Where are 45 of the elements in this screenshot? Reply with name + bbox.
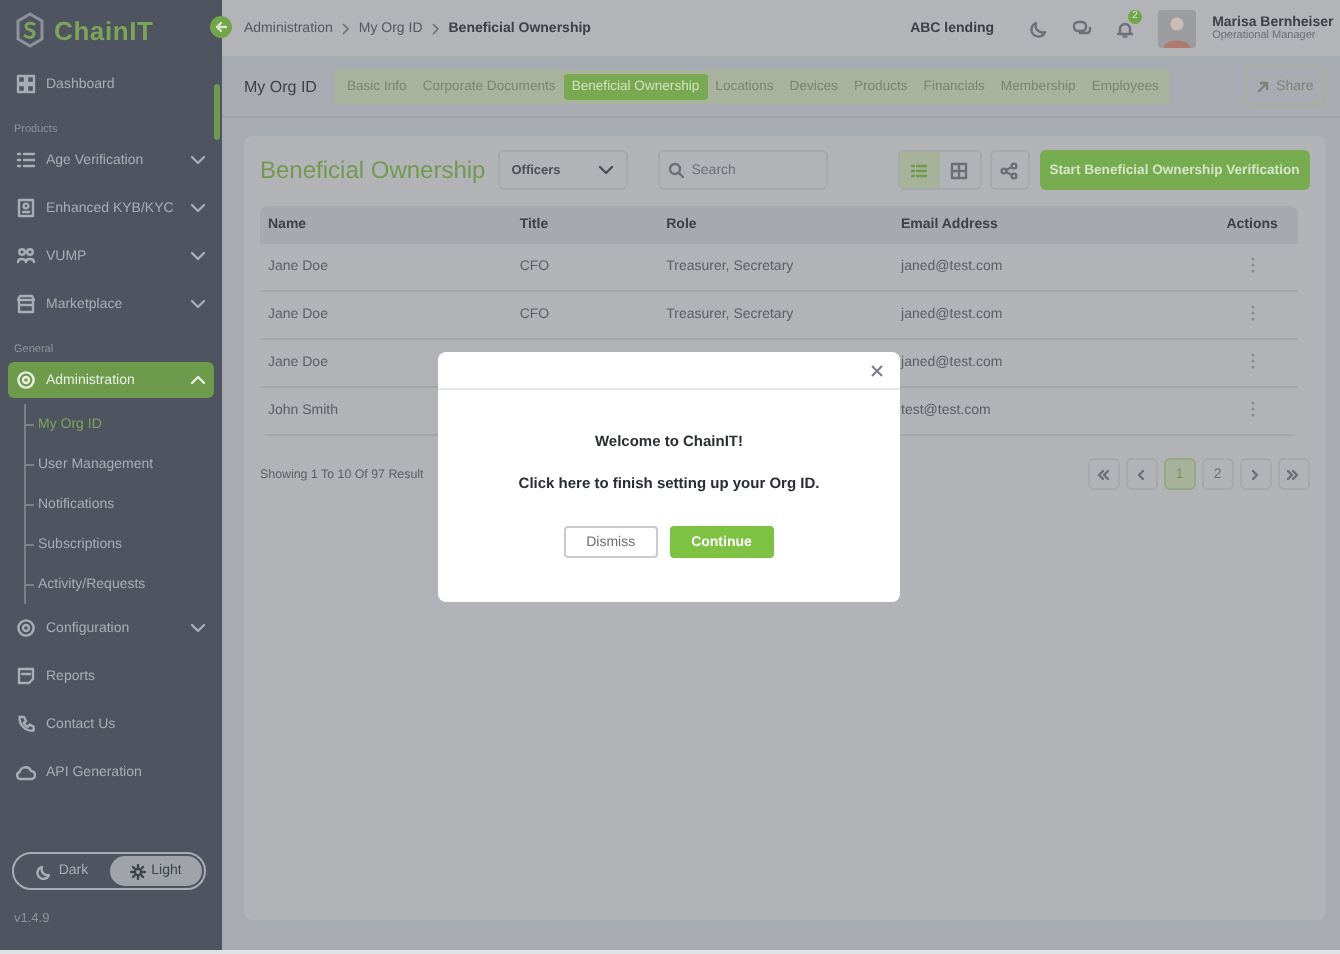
list-view-button[interactable] [899,152,940,188]
store-icon [16,294,36,314]
grid-icon [950,161,969,179]
list-icon [16,150,36,170]
card-title: Beneficial Ownership [260,156,486,184]
moon-icon[interactable] [1030,19,1049,37]
page-title: My Org ID [244,77,317,95]
list-icon [910,161,929,179]
chevron-down-icon[interactable] [190,200,206,216]
first-page-button[interactable] [1087,458,1120,490]
people-icon [16,246,36,266]
id-card-icon [16,198,36,218]
next-page-button[interactable] [1239,458,1272,490]
chat-icon[interactable] [1072,19,1093,37]
sun-icon [129,863,146,879]
chevron-right-icon [340,21,351,35]
arrow-up-right-icon [1256,79,1271,93]
phone-icon [16,714,36,734]
chevron-down-icon[interactable] [190,296,206,312]
chevron-down-icon[interactable] [190,248,206,264]
chevron-right-icon [430,21,441,35]
avatar[interactable] [1158,9,1197,47]
first-page-icon [1096,467,1111,481]
chevron-down-icon[interactable] [190,620,206,636]
last-page-button[interactable] [1277,458,1310,490]
search-icon [667,162,684,178]
previous-page-icon [1134,467,1149,481]
last-page-icon [1286,467,1301,481]
logo-wordmark: ChainIT [54,15,154,45]
bell-icon[interactable] [1116,19,1135,37]
share-icon [1000,161,1019,179]
moon-icon [36,863,53,879]
next-page-icon [1248,467,1263,481]
chevron-up-icon[interactable] [190,372,206,388]
chevron-down-icon [597,162,614,178]
shield-logo-icon [16,12,44,48]
cloud-icon [16,762,36,782]
close-icon[interactable] [870,363,884,377]
grid-icon [16,74,36,94]
share-button[interactable] [989,150,1030,190]
previous-page-button[interactable] [1125,458,1158,490]
chevron-down-icon[interactable] [190,152,206,168]
arrow-left-icon [214,20,228,34]
scrollbar-thumb[interactable] [214,84,220,140]
report-icon [16,666,36,686]
